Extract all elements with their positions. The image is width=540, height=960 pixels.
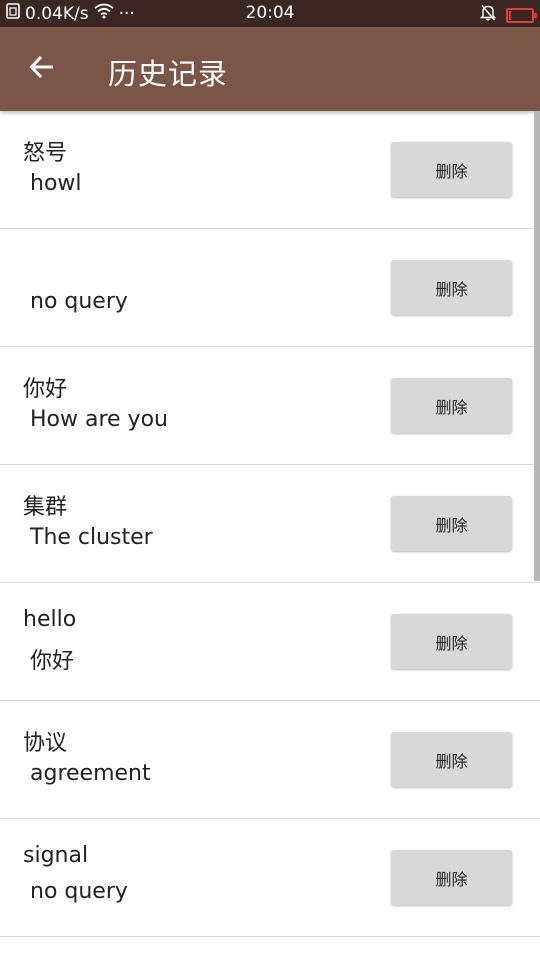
delete-button[interactable]: 删除 [391, 142, 512, 197]
history-word: signal [23, 843, 89, 868]
history-row: 你好 How are you 删除 [0, 347, 540, 465]
delete-button[interactable]: 删除 [391, 378, 512, 433]
status-time: 20:04 [245, 3, 295, 23]
delete-button[interactable]: 删除 [391, 496, 512, 551]
mute-bell-icon [479, 4, 497, 26]
battery-icon [506, 7, 537, 23]
delete-button[interactable]: 删除 [391, 850, 512, 905]
status-bar: 0.04K/s ··· 20:04 [0, 0, 540, 27]
history-row: no query 删除 [0, 229, 540, 347]
history-row: hello 你好 删除 [0, 583, 540, 701]
history-word: 协议 [23, 731, 68, 756]
delete-button[interactable]: 删除 [391, 260, 512, 315]
history-word: 集群 [23, 495, 68, 520]
history-translation: agreement [30, 761, 151, 786]
battery-level [509, 10, 511, 20]
history-word: hello [23, 607, 77, 632]
history-row: 集群 The cluster 删除 [0, 465, 540, 583]
history-word: 你好 [23, 377, 68, 402]
app-bar: 历史记录 [0, 27, 540, 111]
history-word: 怒号 [23, 141, 68, 166]
status-right [479, 4, 537, 26]
history-row: signal no query 删除 [0, 819, 540, 937]
history-translation: no query [30, 289, 128, 314]
history-row: 怒号 howl 删除 [0, 111, 540, 229]
delete-button[interactable]: 删除 [391, 614, 512, 669]
history-row: 协议 agreement 删除 [0, 701, 540, 819]
history-translation: 你好 [30, 649, 75, 674]
page-title: 历史记录 [108, 57, 229, 91]
arrow-left-icon [28, 53, 56, 85]
history-translation: howl [30, 171, 82, 196]
back-button[interactable] [22, 49, 62, 89]
history-list[interactable]: 怒号 howl 删除 no query 删除 你好 How are you 删除… [0, 111, 540, 960]
history-translation: no query [30, 879, 128, 904]
history-translation: The cluster [30, 525, 153, 550]
list-scrollbar[interactable] [534, 111, 540, 581]
delete-button[interactable]: 删除 [391, 732, 512, 787]
history-translation: How are you [30, 407, 168, 432]
